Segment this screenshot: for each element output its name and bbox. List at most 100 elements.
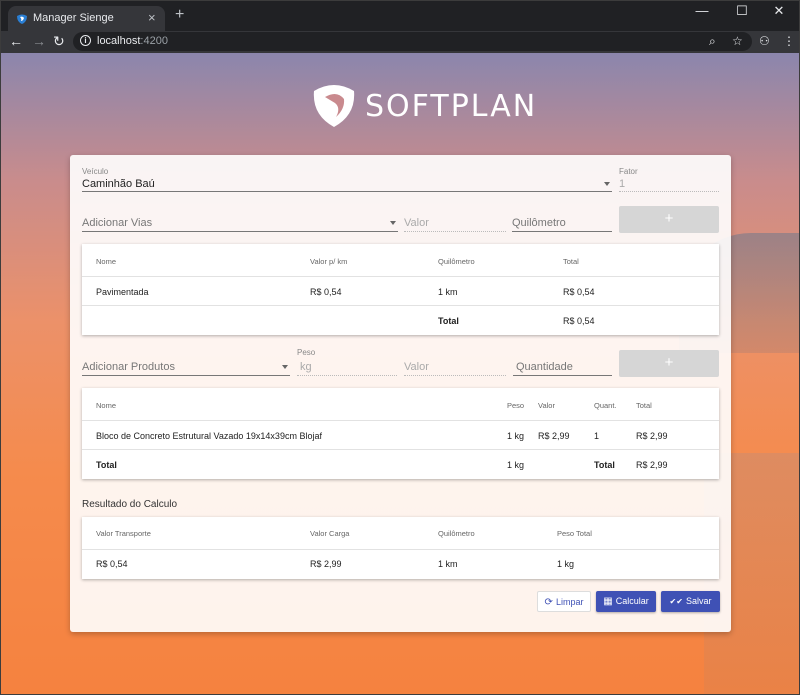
forward-icon[interactable]: → (32, 33, 46, 49)
produto-quant: 1 (594, 431, 600, 441)
logo-text: SOFTPLAN (365, 89, 538, 124)
back-icon[interactable]: ← (9, 33, 23, 49)
page-viewport: SOFTPLAN Veículo Caminhão Baú Fator 1 Ad… (1, 53, 799, 694)
via-valor-placeholder: Valor (404, 217, 429, 229)
column-header: Nome (96, 401, 117, 410)
add-produto-button[interactable]: + (619, 350, 719, 377)
column-header: Valor (538, 401, 555, 410)
produtos-dropdown-icon (282, 365, 288, 369)
via-valor-input: Valor (404, 214, 506, 232)
favicon-icon (17, 14, 27, 24)
url-host: localhost (97, 35, 141, 47)
fator-field: Fator 1 (619, 165, 719, 192)
close-window-icon[interactable]: ✕ (759, 3, 799, 19)
vehicle-label: Veículo (82, 167, 109, 176)
resultado-table: Valor Transporte Valor Carga Quilômetro … (82, 517, 719, 579)
salvar-label: Salvar (685, 596, 712, 606)
via-km: 1 km (438, 287, 458, 297)
produtos-total-label: Total (96, 460, 117, 470)
produto-nome: Bloco de Concreto Estrutural Vazado 19x1… (96, 431, 322, 441)
peso-placeholder: kg (300, 361, 312, 373)
softplan-logo: SOFTPLAN (311, 81, 535, 131)
quantidade-placeholder: Quantidade (516, 361, 573, 373)
column-header: Nome (96, 257, 117, 266)
minimize-icon[interactable]: — (682, 3, 722, 18)
table-header-row: Nome Peso Valor Quant. Total (82, 388, 719, 421)
quantidade-input[interactable]: Quantidade (513, 358, 612, 376)
peso-total: 1 kg (557, 559, 575, 569)
column-header: Total (563, 257, 579, 266)
browser-toolbar: ← → ↻ i localhost:4200 ⌕ ☆ ⚇ ⋮ (1, 31, 799, 53)
column-header: Valor p/ km (310, 257, 348, 266)
column-header: Valor Carga (310, 529, 350, 538)
table-footer-row: Total 1 kg Total R$ 2,99 (82, 450, 719, 479)
salvar-button[interactable]: ✔✔ Salvar (661, 591, 720, 612)
produtos-select[interactable]: Adicionar Produtos (82, 358, 290, 376)
via-valor: R$ 0,54 (310, 287, 342, 297)
via-nome: Pavimentada (96, 287, 149, 297)
table-header-row: Nome Valor p/ km Quilômetro Total (82, 244, 719, 277)
produto-valor-placeholder: Valor (404, 361, 429, 373)
produtos-table: Nome Peso Valor Quant. Total Bloco de Co… (82, 388, 719, 479)
produto-valor-input: Valor (404, 358, 506, 376)
softplan-logo-icon (313, 85, 355, 127)
reload-icon[interactable]: ↻ (53, 33, 65, 49)
fator-value: 1 (619, 178, 626, 190)
table-footer-row: Total R$ 0,54 (82, 306, 719, 335)
add-via-button[interactable]: + (619, 206, 719, 233)
table-header-row: Valor Transporte Valor Carga Quilômetro … (82, 517, 719, 550)
calcular-button[interactable]: ▦ Calcular (596, 591, 656, 612)
calcular-label: Calcular (615, 596, 649, 606)
vias-total-label: Total (438, 316, 459, 326)
fator-label: Fator (619, 167, 638, 176)
calculator-icon: ▦ (603, 596, 613, 607)
address-bar[interactable]: i localhost:4200 ⌕ ☆ (73, 32, 752, 51)
valor-transporte: R$ 0,54 (96, 559, 128, 569)
browser-tab[interactable]: Manager Sienge × (8, 6, 165, 31)
via-km-placeholder: Quilômetro (512, 217, 566, 229)
info-icon[interactable]: i (80, 35, 91, 46)
vias-table: Nome Valor p/ km Quilômetro Total Pavime… (82, 244, 719, 335)
browser-menu-icon[interactable]: ⋮ (783, 34, 795, 48)
new-tab-icon[interactable]: + (175, 7, 184, 23)
tab-close-icon[interactable]: × (148, 10, 156, 25)
limpar-label: Limpar (555, 597, 584, 607)
maximize-icon[interactable]: ☐ (722, 3, 762, 19)
produto-peso: 1 kg (507, 431, 525, 441)
table-row: R$ 0,54 R$ 2,99 1 km 1 kg (82, 550, 719, 579)
column-header: Quant. (594, 401, 617, 410)
tab-title: Manager Sienge (33, 12, 114, 24)
via-total: R$ 0,54 (563, 287, 595, 297)
vehicle-dropdown-icon (604, 182, 610, 186)
vias-placeholder: Adicionar Vias (82, 217, 153, 229)
table-row: Pavimentada R$ 0,54 1 km R$ 0,54 (82, 277, 719, 306)
column-header: Quilômetro (438, 529, 475, 538)
via-km-input[interactable]: Quilômetro (512, 214, 612, 232)
browser-window: Manager Sienge × + — ☐ ✕ ← → ↻ i localho… (0, 0, 800, 695)
tab-bar: Manager Sienge × + — ☐ ✕ (1, 1, 799, 31)
zoom-icon[interactable]: ⌕ (709, 34, 716, 49)
produtos-quant-total-label: Total (594, 460, 615, 470)
extension-icon[interactable]: ⚇ (759, 34, 770, 48)
vias-dropdown-icon (390, 221, 396, 225)
produtos-total-value: R$ 2,99 (636, 460, 668, 470)
column-header: Peso Total (557, 529, 592, 538)
valor-carga: R$ 2,99 (310, 559, 342, 569)
limpar-button[interactable]: ⟳ Limpar (537, 591, 591, 612)
produtos-placeholder: Adicionar Produtos (82, 361, 175, 373)
url-text[interactable]: localhost:4200 (97, 35, 168, 47)
freight-calculator-card: Veículo Caminhão Baú Fator 1 Adicionar V… (70, 155, 731, 632)
column-header: Peso (507, 401, 525, 410)
peso-input: Peso kg (297, 348, 397, 376)
resultado-title: Resultado do Calculo (82, 499, 178, 510)
bookmark-star-icon[interactable]: ☆ (732, 34, 743, 48)
vehicle-select[interactable]: Veículo Caminhão Baú (82, 165, 612, 192)
vias-total-value: R$ 0,54 (563, 316, 595, 326)
column-header: Total (636, 401, 652, 410)
double-check-icon: ✔✔ (669, 597, 683, 606)
produto-valor: R$ 2,99 (538, 431, 570, 441)
vias-select[interactable]: Adicionar Vias (82, 214, 398, 232)
table-row: Bloco de Concreto Estrutural Vazado 19x1… (82, 421, 719, 450)
url-port: :4200 (140, 35, 168, 47)
quilometro-total: 1 km (438, 559, 458, 569)
